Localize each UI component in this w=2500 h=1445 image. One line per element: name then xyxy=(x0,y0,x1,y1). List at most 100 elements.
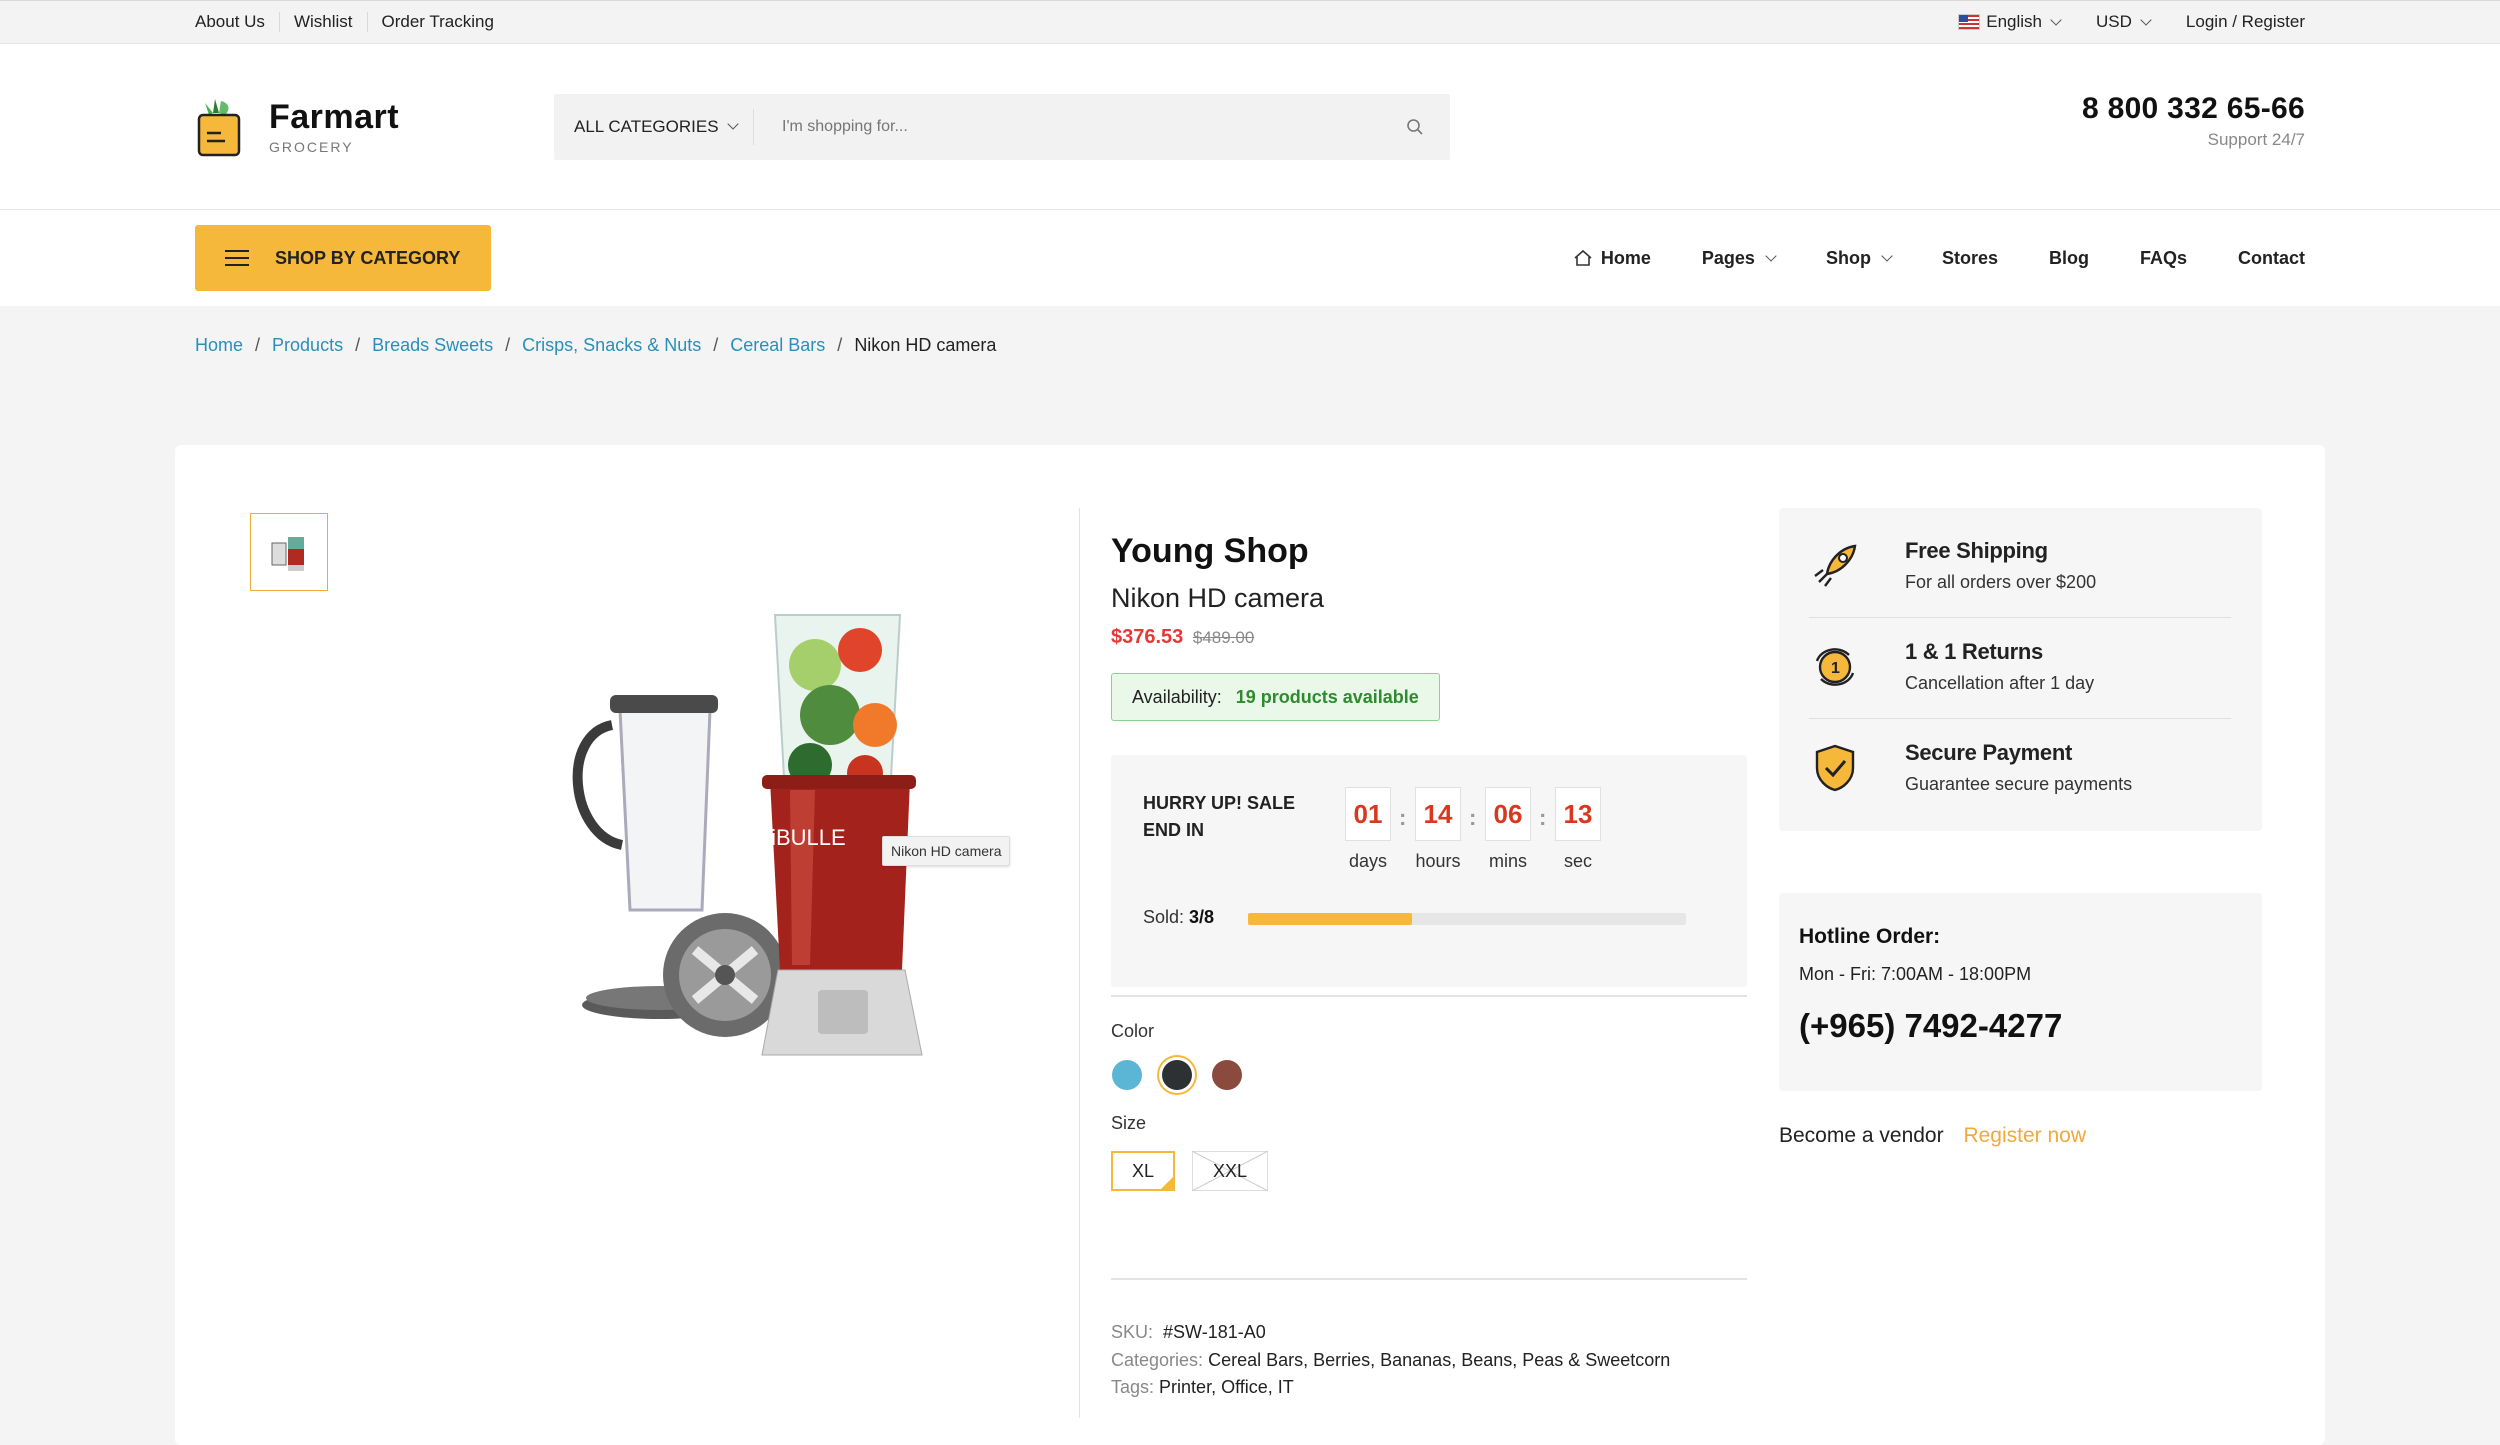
countdown-hours: 14 hours xyxy=(1415,787,1461,872)
logo[interactable]: Farmart GROCERY xyxy=(195,97,554,157)
tags-row: Tags: Printer, Office, IT xyxy=(1111,1377,1294,1398)
vendor-text: Become a vendor xyxy=(1779,1124,1944,1147)
search-icon xyxy=(1407,118,1423,135)
header: Farmart GROCERY ALL CATEGORIES 8 800 332… xyxy=(0,44,2500,210)
countdown-mins: 06 mins xyxy=(1485,787,1531,872)
divider xyxy=(1809,617,2231,618)
perk-secure-payment: Secure Payment Guarantee secure payments xyxy=(1809,740,2231,795)
sold-progress-fill xyxy=(1248,913,1413,925)
breadcrumb-crisps[interactable]: Crisps, Snacks & Nuts xyxy=(522,335,701,356)
breadcrumb-separator: / xyxy=(837,334,843,355)
nav-blog[interactable]: Blog xyxy=(2049,248,2089,269)
search-button[interactable] xyxy=(1380,118,1450,136)
shop-by-category-button[interactable]: SHOP BY CATEGORY xyxy=(195,225,491,291)
hotline-title: Hotline Order: xyxy=(1799,925,1941,948)
perk-title: 1 & 1 Returns xyxy=(1905,639,2043,664)
image-tooltip: Nikon HD camera xyxy=(882,836,1011,866)
divider xyxy=(1111,995,1747,997)
nav-stores[interactable]: Stores xyxy=(1942,248,1998,269)
login-register-link[interactable]: Login / Register xyxy=(2186,12,2305,32)
color-swatch-blue[interactable] xyxy=(1112,1060,1142,1090)
countdown-hours-value: 14 xyxy=(1415,787,1461,841)
svg-text:NUTRiBULLE: NUTRiBULLE xyxy=(710,825,846,850)
order-tracking-link[interactable]: Order Tracking xyxy=(366,12,508,32)
logo-subtitle: GROCERY xyxy=(269,139,354,155)
size-option-xxl[interactable]: XXL xyxy=(1192,1151,1268,1191)
color-swatch-brown[interactable] xyxy=(1212,1060,1242,1090)
language-label: English xyxy=(1986,12,2043,31)
us-flag-icon xyxy=(1958,14,1981,30)
product-name: Nikon HD camera xyxy=(1111,583,1325,613)
countdown-colon: : xyxy=(1469,805,1477,830)
store-name[interactable]: Young Shop xyxy=(1111,532,1751,571)
currency-label: USD xyxy=(2096,12,2132,31)
column-divider xyxy=(1079,508,1080,1418)
breadcrumb-cereal-bars[interactable]: Cereal Bars xyxy=(730,335,825,356)
nav-home-label: Home xyxy=(1600,247,1651,268)
chevron-down-icon xyxy=(1765,249,1777,262)
menu: Home Pages Shop Stores Blog FAQs Contact xyxy=(1522,248,2305,269)
countdown-sec-label: sec xyxy=(1563,851,1592,871)
sale-price: $376.53 xyxy=(1111,626,1184,648)
breadcrumb-products[interactable]: Products xyxy=(272,335,343,356)
product-thumbnail[interactable] xyxy=(250,513,328,591)
wishlist-link[interactable]: Wishlist xyxy=(278,12,367,32)
breadcrumb-home[interactable]: Home xyxy=(195,335,243,356)
breadcrumb-breads-sweets[interactable]: Breads Sweets xyxy=(372,335,493,356)
availability-badge: Availability: 19 products available xyxy=(1111,673,1440,721)
tags-value[interactable]: Printer, Office, IT xyxy=(1159,1377,1294,1397)
support-label: Support 24/7 xyxy=(2207,130,2305,149)
tags-label: Tags: xyxy=(1111,1377,1155,1397)
chevron-down-icon xyxy=(2140,13,2152,26)
countdown-days: 01 days xyxy=(1345,787,1391,872)
size-xl-label: XL xyxy=(1131,1160,1155,1181)
phone-number[interactable]: 8 800 332 65-66 xyxy=(2082,92,2305,126)
nav-faqs[interactable]: FAQs xyxy=(2140,248,2187,269)
shop-by-category-label: SHOP BY CATEGORY xyxy=(275,247,461,268)
category-select[interactable]: ALL CATEGORIES xyxy=(554,108,754,145)
nav-pages[interactable]: Pages xyxy=(1701,247,1777,269)
language-selector[interactable]: English xyxy=(1958,12,2062,32)
returns-icon: 1 xyxy=(1815,647,1855,686)
currency-selector[interactable]: USD xyxy=(2096,12,2152,32)
nav-pages-label: Pages xyxy=(1701,247,1755,268)
nav-shop-label: Shop xyxy=(1825,247,1871,268)
categories-row: Categories: Cereal Bars, Berries, Banana… xyxy=(1111,1350,1670,1371)
main-nav: SHOP BY CATEGORY Home Pages Shop Stores … xyxy=(0,210,2500,306)
hotline-box: Hotline Order: Mon - Fri: 7:00AM - 18:00… xyxy=(1779,893,2262,1091)
nav-contact[interactable]: Contact xyxy=(2238,248,2305,269)
breadcrumb-separator: / xyxy=(255,334,261,355)
perk-title: Free Shipping xyxy=(1905,538,2048,563)
categories-value[interactable]: Cereal Bars, Berries, Bananas, Beans, Pe… xyxy=(1208,1350,1670,1370)
register-now-link[interactable]: Register now xyxy=(1963,1124,2086,1147)
about-us-link[interactable]: About Us xyxy=(195,12,279,32)
hotline-phone[interactable]: (+965) 7492-4277 xyxy=(1799,1007,2062,1045)
perk-desc: Guarantee secure payments xyxy=(1905,774,2133,794)
price-row: $376.53 $489.00 xyxy=(1111,626,1751,649)
size-label: Size xyxy=(1111,1113,1147,1133)
search-input[interactable] xyxy=(754,116,1380,137)
become-vendor: Become a vendor Register now xyxy=(1779,1124,2086,1148)
perk-returns: 1 1 & 1 Returns Cancellation after 1 day xyxy=(1809,639,2231,694)
shield-check-icon xyxy=(1815,744,1855,791)
svg-text:1: 1 xyxy=(1831,660,1840,677)
top-links: About Us Wishlist Order Tracking xyxy=(195,12,508,32)
sale-countdown-box: HURRY UP! SALE END IN 01 days : 14 hours… xyxy=(1111,755,1747,987)
breadcrumb-separator: / xyxy=(713,334,719,355)
grocery-bag-icon xyxy=(197,98,241,156)
color-swatch-black[interactable] xyxy=(1162,1060,1192,1090)
countdown-colon: : xyxy=(1539,805,1547,830)
perks-box: Free Shipping For all orders over $200 1… xyxy=(1779,508,2262,831)
breadcrumb: Home / Products / Breads Sweets / Crisps, S… xyxy=(0,306,2500,384)
nav-home[interactable]: Home xyxy=(1573,248,1651,269)
selected-corner-icon xyxy=(1160,1176,1174,1190)
size-option-xl[interactable]: XL xyxy=(1111,1151,1175,1191)
countdown-days-label: days xyxy=(1348,851,1388,871)
menu-icon xyxy=(225,245,249,271)
breadcrumb-separator: / xyxy=(505,334,511,355)
sku-label: SKU: xyxy=(1111,1322,1154,1342)
nav-shop[interactable]: Shop xyxy=(1825,247,1893,269)
countdown-mins-label: mins xyxy=(1488,851,1527,871)
sold-label: Sold: xyxy=(1143,907,1185,927)
product-info: Young Shop Nikon HD camera $376.53 $489.… xyxy=(1111,532,1751,721)
